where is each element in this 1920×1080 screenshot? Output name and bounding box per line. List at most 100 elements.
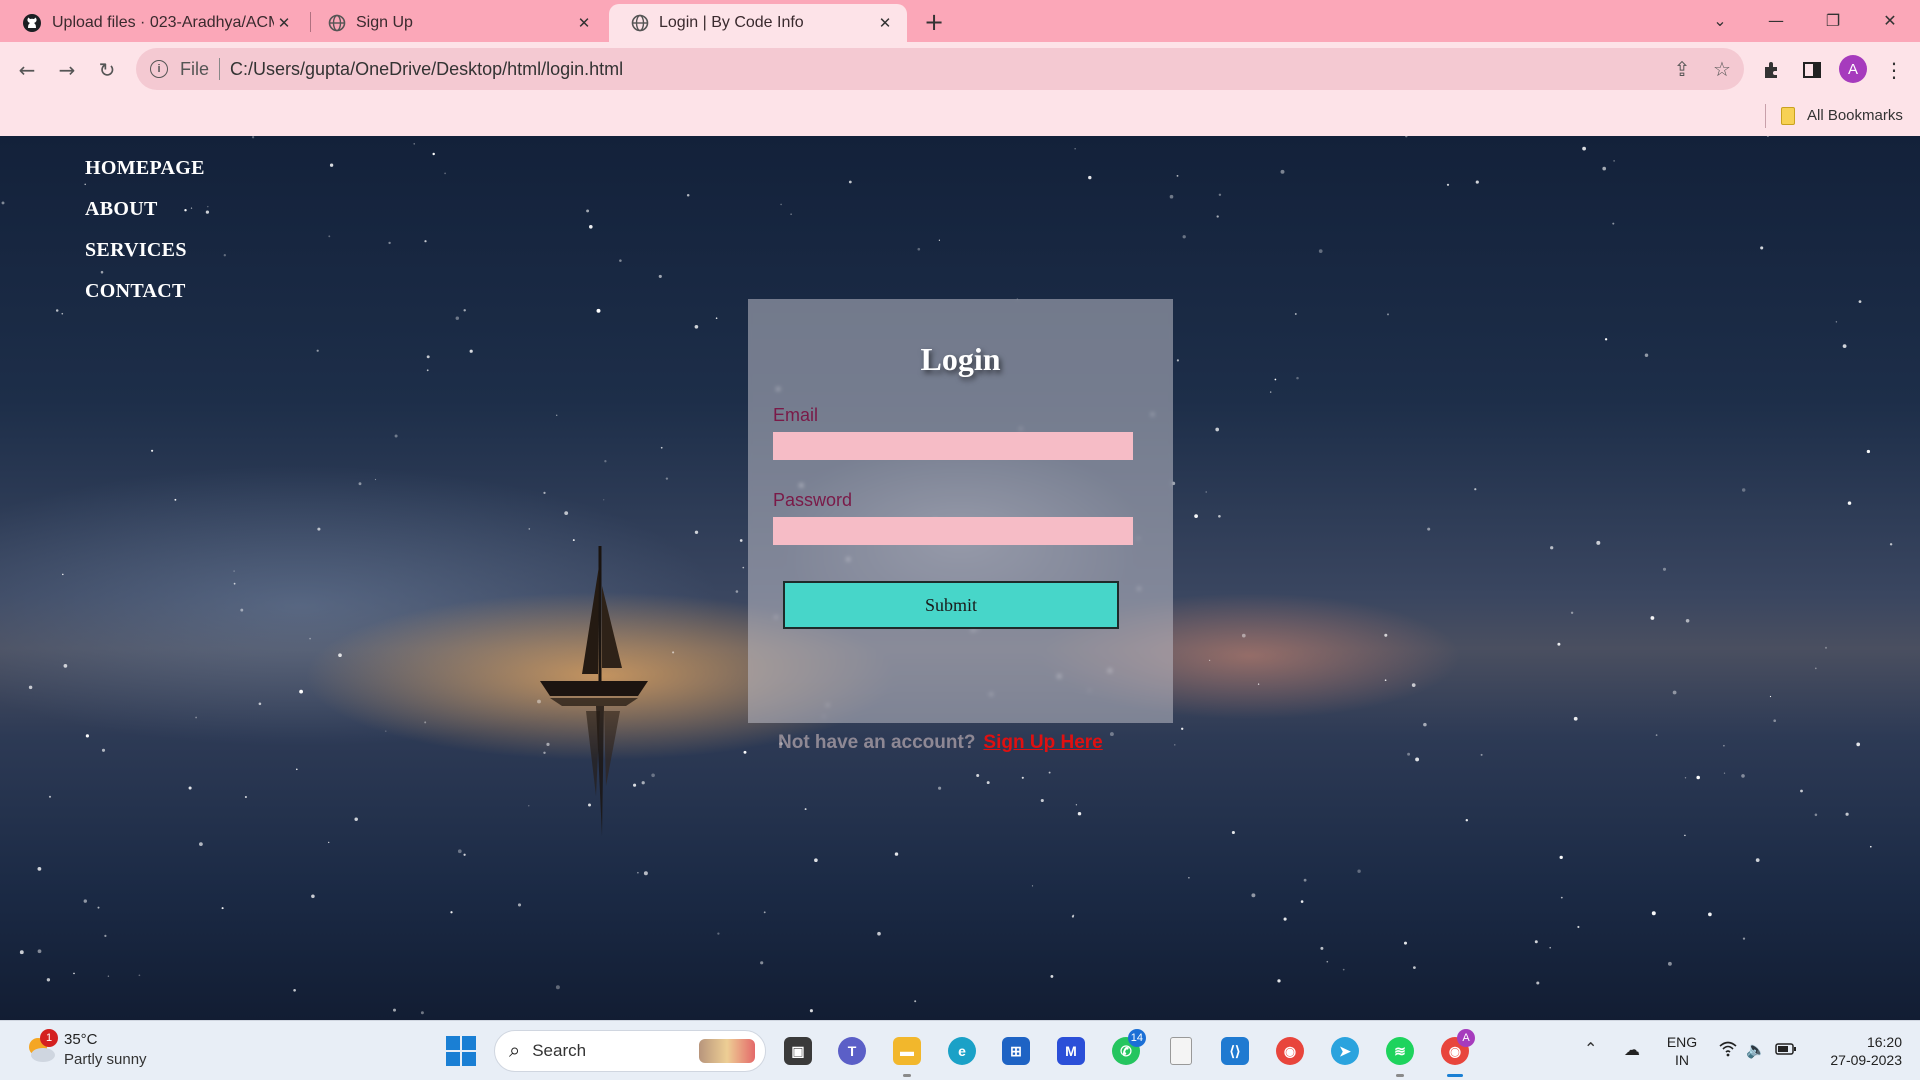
restore-button[interactable]: ❐ [1813, 6, 1853, 34]
star-dot [420, 1011, 424, 1015]
language-indicator[interactable]: ENG IN [1665, 1033, 1699, 1069]
address-bar[interactable]: i File C:/Users/gupta/OneDrive/Desktop/h… [136, 48, 1744, 90]
all-bookmarks-button[interactable]: All Bookmarks [1807, 107, 1903, 124]
star-dot [877, 931, 881, 936]
notification-badge: 14 [1127, 1029, 1146, 1047]
taskbar-app-file-explorer[interactable]: ▬ [887, 1031, 927, 1077]
close-icon[interactable]: ✕ [274, 13, 294, 33]
bookmarks-divider [1765, 104, 1766, 128]
nav-about[interactable]: ABOUT [85, 195, 205, 236]
star-dot [1205, 491, 1207, 493]
star-dot [207, 205, 209, 208]
star-dot [251, 136, 255, 139]
tab-search-chevron-icon[interactable]: ⌄ [1700, 6, 1740, 34]
share-icon[interactable]: ⇪ [1664, 51, 1700, 87]
volume-icon[interactable]: 🔈 [1744, 1037, 1768, 1061]
new-tab-button[interactable]: + [920, 8, 948, 36]
star-dot [1326, 960, 1329, 963]
star-dot [1847, 501, 1852, 505]
star-dot [1741, 488, 1746, 492]
taskbar-app-vscode[interactable]: ⟨⟩ [1215, 1031, 1255, 1071]
star-dot [1889, 543, 1893, 546]
star-dot [1573, 716, 1578, 721]
star-dot [1074, 148, 1076, 150]
star-dot [543, 491, 546, 495]
star-dot [804, 808, 807, 811]
star-dot [1824, 646, 1828, 649]
star-dot [205, 210, 210, 214]
star-dot [1182, 235, 1186, 239]
minimize-button[interactable]: — [1756, 6, 1796, 34]
star-dot [309, 637, 311, 640]
taskbar-app-chrome[interactable]: ◉ [1270, 1031, 1310, 1071]
side-panel-icon[interactable] [1796, 54, 1828, 86]
bookmark-star-icon[interactable]: ☆ [1704, 51, 1740, 87]
reload-button[interactable]: ↻ [91, 54, 123, 86]
onedrive-icon[interactable]: ☁ [1620, 1037, 1644, 1061]
star-dot [97, 906, 100, 909]
star-dot [1604, 338, 1608, 341]
taskbar-app-m365[interactable]: M [1051, 1031, 1091, 1071]
star-dot [619, 259, 622, 262]
window-close-button[interactable]: ✕ [1870, 6, 1910, 34]
tab-upload-files[interactable]: Upload files · 023-Aradhya/ACM ✕ [0, 4, 306, 42]
weather-desc[interactable]: Partly sunny [64, 1051, 147, 1068]
taskbar-app-spotify[interactable]: ≋ [1380, 1031, 1420, 1077]
star-dot [814, 858, 818, 863]
star-dot [1613, 160, 1615, 162]
star-dot [1559, 855, 1563, 860]
back-button[interactable]: ← [11, 54, 43, 86]
star-dot [463, 309, 466, 312]
tab-sign-up[interactable]: Sign Up ✕ [306, 4, 606, 42]
password-field[interactable] [773, 517, 1133, 545]
taskbar-app-edge[interactable]: e [942, 1031, 982, 1071]
signup-link[interactable]: Sign Up Here [983, 732, 1102, 753]
nav-homepage[interactable]: HOMEPAGE [85, 154, 205, 195]
close-icon[interactable]: ✕ [574, 13, 594, 33]
taskbar-app-whatsapp[interactable]: ✆ 14 [1106, 1029, 1146, 1071]
nav-services[interactable]: SERVICES [85, 236, 205, 277]
taskbar-app-chrome-profile[interactable]: ◉ A [1435, 1029, 1475, 1077]
wifi-icon[interactable] [1716, 1037, 1740, 1061]
taskbar-search[interactable]: ⌕ Search [494, 1030, 766, 1072]
star-dot [1169, 194, 1174, 199]
star-dot [917, 247, 921, 251]
chrome-icon: ◉ [1276, 1037, 1304, 1065]
star-dot [1549, 946, 1551, 949]
show-hidden-icons-chevron-icon[interactable]: ⌃ [1584, 1039, 1597, 1058]
star-dot [1769, 695, 1772, 698]
nav-contact[interactable]: CONTACT [85, 277, 205, 318]
running-indicator [1396, 1074, 1404, 1077]
star-dot [1582, 146, 1586, 151]
star-dot [1088, 175, 1092, 180]
url-text[interactable]: C:/Users/gupta/OneDrive/Desktop/html/log… [230, 59, 1664, 80]
star-dot [1280, 169, 1285, 174]
page-viewport: HOMEPAGE ABOUT SERVICES CONTACT Login Em… [0, 136, 1920, 1020]
star-dot [1577, 925, 1580, 929]
start-button[interactable] [446, 1036, 476, 1066]
star-dot [240, 608, 244, 612]
taskbar-app-store[interactable]: ⊞ [996, 1031, 1036, 1071]
star-dot [914, 1000, 917, 1003]
profile-avatar[interactable]: A [1839, 55, 1867, 83]
extensions-icon[interactable] [1756, 54, 1788, 86]
star-dot [329, 163, 334, 167]
forward-button[interactable]: → [51, 54, 83, 86]
menu-kebab-icon[interactable]: ⋮ [1878, 54, 1910, 86]
taskbar-app-notepad[interactable] [1161, 1031, 1201, 1071]
star-dot [83, 899, 87, 903]
tab-login[interactable]: Login | By Code Info ✕ [609, 4, 907, 42]
star-dot [426, 369, 429, 372]
system-clock[interactable]: 16:20 27-09-2023 [1806, 1033, 1902, 1069]
email-field[interactable] [773, 432, 1133, 460]
taskbar-app-telegram[interactable]: ➤ [1325, 1031, 1365, 1071]
battery-icon[interactable] [1774, 1037, 1798, 1061]
star-dot [1570, 611, 1574, 615]
close-icon[interactable]: ✕ [875, 13, 895, 33]
submit-button[interactable]: Submit [783, 581, 1119, 629]
taskbar-app-teams[interactable]: T [832, 1031, 872, 1071]
site-info-icon[interactable]: i [150, 60, 168, 78]
taskbar-app-task-view[interactable]: ▣ [778, 1031, 818, 1071]
weather-temp[interactable]: 35°C [64, 1031, 98, 1048]
star-dot [1557, 642, 1561, 646]
